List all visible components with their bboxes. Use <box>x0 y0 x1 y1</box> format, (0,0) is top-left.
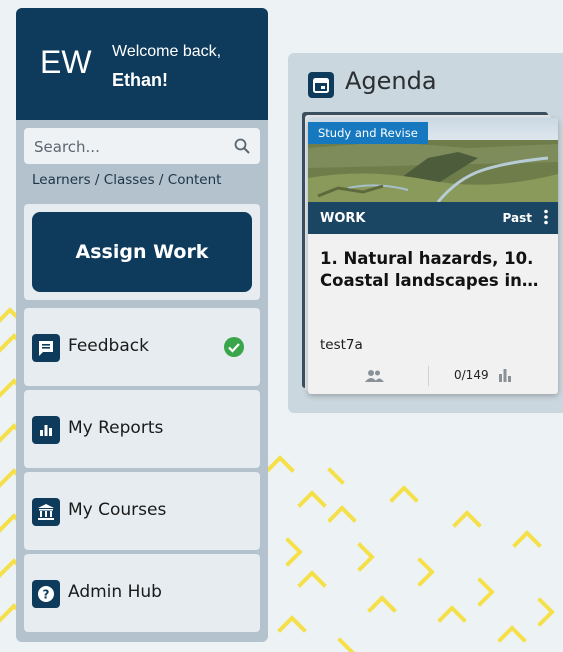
breadcrumb-classes[interactable]: Classes <box>104 172 155 188</box>
help-icon: ? <box>32 580 60 608</box>
nav-item-feedback[interactable]: Feedback <box>24 308 260 386</box>
breadcrumb: Learners / Classes / Content <box>32 172 221 188</box>
assignment-card[interactable]: Study and Revise WORK Past 1. Natural ha… <box>308 118 558 394</box>
feedback-icon <box>32 334 60 362</box>
user-header: EW Welcome back, Ethan! <box>16 8 268 120</box>
nav-label-my-reports: My Reports <box>68 418 164 438</box>
card-type: WORK <box>320 211 366 226</box>
breadcrumb-separator: / <box>90 172 104 188</box>
nav-label-my-courses: My Courses <box>68 500 167 520</box>
assign-work-panel: Assign Work <box>24 204 260 300</box>
card-class-name: test7a <box>320 337 363 353</box>
breadcrumb-separator: / <box>154 172 168 188</box>
breadcrumb-content[interactable]: Content <box>168 172 222 188</box>
more-options-icon[interactable] <box>543 209 549 225</box>
courses-icon <box>32 498 60 526</box>
welcome-message: Welcome back, Ethan! <box>112 38 221 94</box>
people-icon[interactable] <box>364 368 384 384</box>
card-header-bar: WORK Past <box>308 202 558 234</box>
assign-work-button[interactable]: Assign Work <box>32 212 252 292</box>
card-status: Past <box>502 211 532 225</box>
agenda-card-stack: Study and Revise WORK Past 1. Natural ha… <box>302 112 558 394</box>
calendar-icon <box>308 72 334 98</box>
card-title: 1. Natural hazards, 10. Coastal landscap… <box>320 249 534 290</box>
search-input[interactable] <box>32 128 226 166</box>
nav-item-my-reports[interactable]: My Reports <box>24 390 260 468</box>
reports-icon <box>32 416 60 444</box>
search-box[interactable] <box>24 128 260 166</box>
card-footer: 0/149 <box>308 362 558 394</box>
check-icon <box>224 337 244 357</box>
breadcrumb-learners[interactable]: Learners <box>32 172 91 188</box>
nav-item-admin-hub[interactable]: ? Admin Hub <box>24 554 260 632</box>
footer-divider <box>428 366 429 386</box>
bar-chart-icon[interactable] <box>498 368 512 382</box>
user-initials: EW <box>40 44 92 80</box>
card-progress: 0/149 <box>454 368 489 382</box>
sidebar: EW Welcome back, Ethan! Learners / Class… <box>16 8 268 642</box>
card-tag: Study and Revise <box>308 122 428 144</box>
nav-item-my-courses[interactable]: My Courses <box>24 472 260 550</box>
agenda-title: Agenda <box>345 67 437 95</box>
svg-text:?: ? <box>43 588 50 602</box>
nav-label-feedback: Feedback <box>68 336 149 356</box>
search-icon[interactable] <box>234 138 250 154</box>
user-name: Ethan! <box>112 70 168 90</box>
welcome-text: Welcome back, <box>112 43 222 60</box>
nav-label-admin-hub: Admin Hub <box>68 582 162 602</box>
